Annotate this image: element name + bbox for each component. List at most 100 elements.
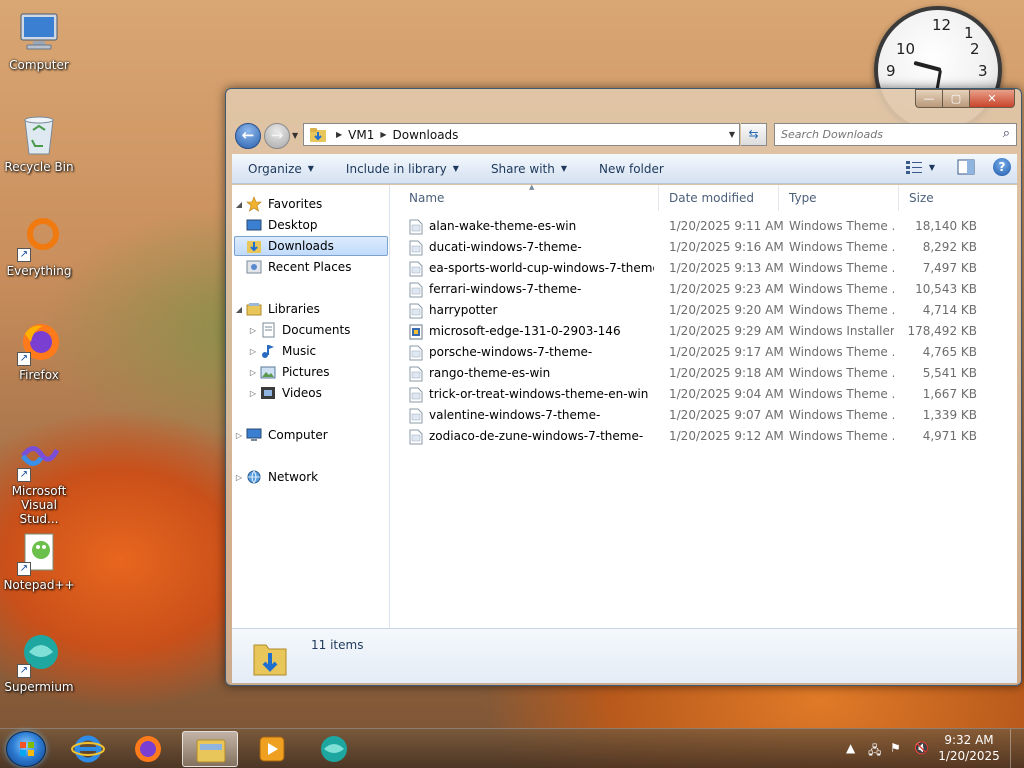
organize-button[interactable]: Organize ▼ xyxy=(232,162,330,176)
nav-item-desktop[interactable]: Desktop xyxy=(246,215,318,235)
nav-item-favorites[interactable]: ◢ Favorites xyxy=(232,194,322,214)
desktop-icon-everything[interactable]: ↗ Everything xyxy=(2,216,76,278)
nav-label: Documents xyxy=(282,323,351,337)
search-icon[interactable]: ⌕ xyxy=(1003,126,1010,141)
action-center-flag-icon[interactable]: ⚑ xyxy=(890,741,901,755)
preview-pane-icon[interactable] xyxy=(957,159,975,175)
explorer-body: ◢ Favorites Desktop Downloads Recent Pla… xyxy=(232,183,1017,628)
nav-item-videos[interactable]: ▷ Videos xyxy=(246,383,322,403)
change-view-icon[interactable] xyxy=(905,159,923,175)
expand-arrow-icon[interactable]: ▷ xyxy=(246,389,260,398)
show-desktop-button[interactable] xyxy=(1010,729,1024,768)
breadcrumb-downloads[interactable]: Downloads xyxy=(393,128,459,142)
taskbar-media-player[interactable] xyxy=(244,731,300,767)
file-name-cell: rango-theme-es-win xyxy=(409,363,654,384)
file-row[interactable]: harrypotter 1/20/2025 9:20 AM Windows Them… xyxy=(391,300,1011,321)
nav-item-downloads[interactable]: Downloads xyxy=(234,236,388,256)
file-row[interactable]: microsoft-edge-131-0-2903-146 1/20/2025 9… xyxy=(391,321,1011,342)
file-name: ea-sports-world-cup-windows-7-theme- xyxy=(429,261,654,275)
maximize-button[interactable]: ▢ xyxy=(942,89,969,108)
nav-item-recent-places[interactable]: Recent Places xyxy=(246,257,351,277)
file-date: 1/20/2025 9:12 AM xyxy=(669,429,784,443)
expand-arrow-icon[interactable]: ▷ xyxy=(246,326,260,335)
new-folder-button[interactable]: New folder xyxy=(583,162,680,176)
file-size: 5,541 KB xyxy=(922,366,977,380)
desktop-icon-firefox[interactable]: ↗ Firefox xyxy=(2,320,76,382)
supermium-icon: ↗ xyxy=(17,632,61,678)
file-row[interactable]: ferrari-windows-7-theme- 1/20/2025 9:23 A… xyxy=(391,279,1011,300)
file-name-cell: microsoft-edge-131-0-2903-146 xyxy=(409,321,654,342)
file-name: porsche-windows-7-theme- xyxy=(429,345,593,359)
close-button[interactable]: ✕ xyxy=(969,89,1015,108)
file-row[interactable]: zodiaco-de-zune-windows-7-theme- 1/20/202… xyxy=(391,426,1011,447)
show-hidden-icons-icon[interactable]: ▲ xyxy=(846,741,855,755)
chevron-down-icon: ▼ xyxy=(560,164,567,173)
desktop-icon-supermium[interactable]: ↗ Supermium xyxy=(2,632,76,694)
expand-arrow-icon[interactable]: ▷ xyxy=(232,473,246,482)
nav-item-music[interactable]: ▷ Music xyxy=(246,341,316,361)
search-box[interactable]: ⌕ xyxy=(774,123,1017,146)
file-row[interactable]: porsche-windows-7-theme- 1/20/2025 9:17 A… xyxy=(391,342,1011,363)
taskbar-windows-explorer[interactable] xyxy=(182,731,238,767)
explorer-window[interactable]: — ▢ ✕ ← → ▼ ▶ VM1 ▶ Downloads ▼ ⇆ Search… xyxy=(225,88,1022,686)
file-row[interactable]: ea-sports-world-cup-windows-7-theme- 1/20… xyxy=(391,258,1011,279)
share-with-button[interactable]: Share with ▼ xyxy=(475,162,583,176)
address-bar[interactable]: ▶ VM1 ▶ Downloads ▼ xyxy=(303,123,740,146)
nav-item-libraries[interactable]: ◢ Libraries xyxy=(232,299,320,319)
file-date: 1/20/2025 9:04 AM xyxy=(669,387,784,401)
expand-arrow-icon[interactable]: ▷ xyxy=(246,347,260,356)
column-header-date-modified[interactable]: Date modified xyxy=(659,185,779,211)
breadcrumb-vm1[interactable]: VM1 xyxy=(348,128,374,142)
forward-button[interactable]: → xyxy=(264,123,290,149)
file-row[interactable]: valentine-windows-7-theme- 1/20/2025 9:07… xyxy=(391,405,1011,426)
theme-file-icon xyxy=(409,387,423,402)
file-type: Windows Theme ... xyxy=(789,282,894,296)
theme-file-icon xyxy=(409,219,423,234)
organize-label: Organize xyxy=(248,161,302,176)
desktop-icon-visual-studio[interactable]: ↗ Microsoft Visual Stud... xyxy=(2,436,76,526)
desktop-icon-computer[interactable]: Computer xyxy=(2,10,76,72)
desktop-icon-recycle-bin[interactable]: Recycle Bin xyxy=(2,112,76,174)
taskbar-clock[interactable]: 9:32 AM 1/20/2025 xyxy=(934,732,1004,764)
view-controls: ▼ ? xyxy=(895,158,1011,176)
breadcrumb-separator[interactable]: ▶ xyxy=(336,130,342,139)
file-row[interactable]: rango-theme-es-win 1/20/2025 9:18 AM Windo… xyxy=(391,363,1011,384)
file-row[interactable]: trick-or-treat-windows-theme-en-win 1/20/… xyxy=(391,384,1011,405)
nav-item-computer[interactable]: ▷ Computer xyxy=(232,425,328,445)
visual-studio-icon: ↗ xyxy=(17,436,61,482)
collapse-arrow-icon[interactable]: ◢ xyxy=(232,200,246,209)
file-type: Windows Theme ... xyxy=(789,345,894,359)
media-player-icon xyxy=(259,736,285,762)
nav-item-network[interactable]: ▷ Network xyxy=(232,467,318,487)
nav-item-documents[interactable]: ▷ Documents xyxy=(246,320,350,340)
desktop-icon-notepad-plus-plus[interactable]: ↗ Notepad++ xyxy=(2,530,76,592)
chevron-down-icon: ▼ xyxy=(452,164,459,173)
taskbar-supermium[interactable] xyxy=(306,731,362,767)
expand-arrow-icon[interactable]: ▷ xyxy=(246,368,260,377)
file-row[interactable]: alan-wake-theme-es-win 1/20/2025 9:11 AM W… xyxy=(391,216,1011,237)
volume-muted-icon[interactable]: 🔇 xyxy=(914,741,929,755)
address-dropdown[interactable]: ▼ xyxy=(729,130,735,139)
taskbar-internet-explorer[interactable] xyxy=(60,731,116,767)
back-button[interactable]: ← xyxy=(235,123,261,149)
view-dropdown-icon[interactable]: ▼ xyxy=(929,163,935,172)
notepad-plus-plus-icon: ↗ xyxy=(17,530,61,576)
recent-pages-dropdown[interactable]: ▼ xyxy=(292,131,298,140)
refresh-button[interactable]: ⇆ xyxy=(741,123,767,146)
include-in-library-button[interactable]: Include in library ▼ xyxy=(330,162,475,176)
help-icon[interactable]: ? xyxy=(993,158,1011,176)
expand-arrow-icon[interactable]: ▷ xyxy=(232,431,246,440)
column-header-size[interactable]: Size xyxy=(899,185,979,211)
search-input[interactable] xyxy=(775,124,985,145)
network-tray-icon[interactable]: 🖧 xyxy=(868,741,881,762)
nav-label: Videos xyxy=(282,386,322,400)
column-header-type[interactable]: Type xyxy=(779,185,899,211)
taskbar-firefox[interactable] xyxy=(120,731,176,767)
start-button[interactable] xyxy=(6,731,46,767)
file-row[interactable]: ducati-windows-7-theme- 1/20/2025 9:16 AM… xyxy=(391,237,1011,258)
breadcrumb-separator[interactable]: ▶ xyxy=(380,130,386,139)
collapse-arrow-icon[interactable]: ◢ xyxy=(232,305,246,314)
minimize-button[interactable]: — xyxy=(915,89,942,108)
nav-item-pictures[interactable]: ▷ Pictures xyxy=(246,362,330,382)
file-name: ferrari-windows-7-theme- xyxy=(429,282,582,296)
